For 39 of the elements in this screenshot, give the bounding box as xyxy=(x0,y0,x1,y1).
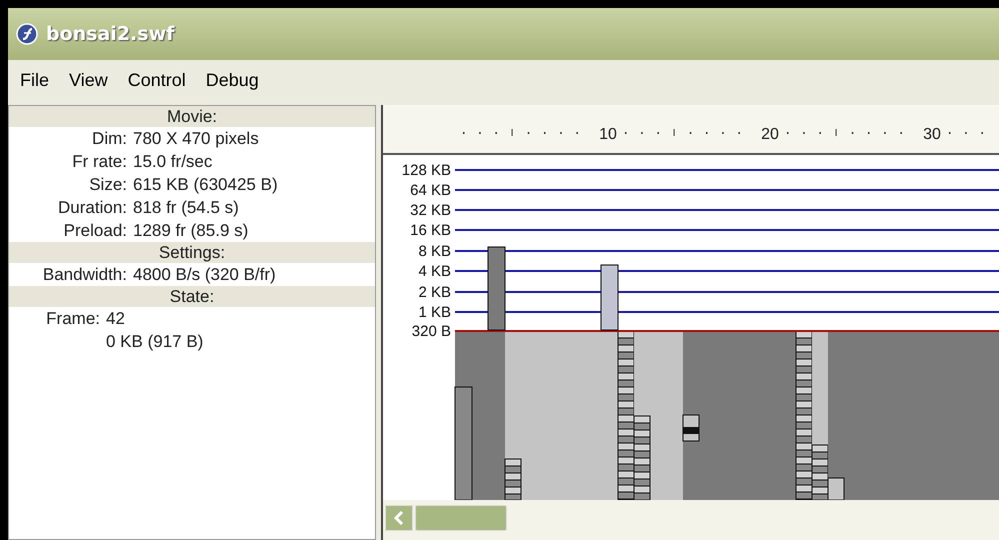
menu-item[interactable]: Debug xyxy=(206,66,259,94)
property-label: Frame: xyxy=(46,308,100,328)
axis-label: 1 KB xyxy=(418,304,451,321)
axis-label: 4 KB xyxy=(418,263,451,280)
ruler-label: 10 xyxy=(599,126,617,143)
property-value: 4800 B/s (320 B/fr) xyxy=(133,264,276,286)
section-header: Settings: xyxy=(9,242,375,263)
property-label: Preload: xyxy=(64,220,127,240)
scroll-left-button[interactable] xyxy=(385,505,413,531)
property-value: 780 X 470 pixels xyxy=(133,128,259,150)
property-value: 615 KB (630425 B) xyxy=(133,174,278,196)
chevron-left-icon xyxy=(394,511,404,525)
axis-label: 2 KB xyxy=(418,284,451,301)
axis-label: 64 KB xyxy=(410,182,451,199)
menu-item[interactable]: View xyxy=(69,66,108,94)
axis-label: 32 KB xyxy=(410,202,451,219)
axis-label: 128 KB xyxy=(402,162,451,179)
section-header: Movie: xyxy=(9,106,375,127)
property-value: 0 KB (917 B) xyxy=(106,330,204,353)
window-title: bonsai2.swf xyxy=(46,22,174,47)
property-value: 15.0 fr/sec xyxy=(133,150,212,173)
axis-label: 8 KB xyxy=(418,243,451,260)
menu-item[interactable]: File xyxy=(20,66,50,94)
ruler-label: 20 xyxy=(761,126,779,143)
property-value: 1289 fr (85.9 s) xyxy=(133,220,248,242)
property-label: Dim: xyxy=(92,128,127,148)
axis-label: 16 KB xyxy=(410,222,451,239)
property-label: Bandwidth: xyxy=(42,264,127,284)
property-value: 818 fr (54.5 s) xyxy=(133,196,239,219)
property-label: Duration: xyxy=(58,198,127,217)
property-value: 42 xyxy=(106,308,125,330)
section-header: State: xyxy=(9,286,375,307)
property-label: Fr rate: xyxy=(72,152,127,171)
property-label: Size: xyxy=(89,174,127,194)
scrollbar-thumb[interactable] xyxy=(415,505,507,531)
ruler-label: 30 xyxy=(923,126,941,143)
flash-logo-icon xyxy=(16,23,38,45)
menu-item[interactable]: Control xyxy=(128,66,186,94)
axis-label: 320 B xyxy=(412,323,451,340)
